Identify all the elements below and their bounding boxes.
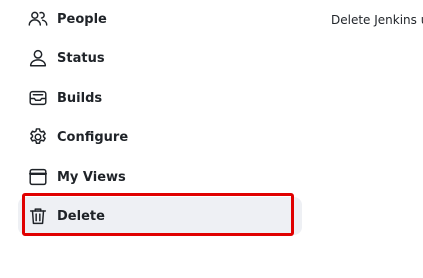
sidebar-item-people[interactable]: People (18, 0, 302, 38)
sidebar-item-label: Status (57, 50, 105, 66)
sidebar-item-label: People (57, 11, 107, 27)
inbox-icon (27, 87, 49, 109)
trash-icon (27, 205, 49, 227)
main-description: Delete Jenkins u (331, 13, 423, 27)
sidebar-item-my-views[interactable]: My Views (18, 158, 302, 196)
sidebar-item-delete[interactable]: Delete (18, 197, 302, 235)
window-icon (27, 166, 49, 188)
people-icon (27, 8, 49, 30)
page: People Status Builds Configure My Views … (0, 0, 423, 278)
sidebar-item-label: Delete (57, 208, 105, 224)
sidebar-item-label: Configure (57, 129, 129, 145)
sidebar-item-builds[interactable]: Builds (18, 79, 302, 117)
sidebar-item-label: Builds (57, 90, 103, 106)
user-icon (27, 47, 49, 69)
sidebar-item-status[interactable]: Status (18, 39, 302, 77)
sidebar-item-label: My Views (57, 169, 126, 185)
sidebar-item-configure[interactable]: Configure (18, 118, 302, 156)
gear-icon (27, 126, 49, 148)
